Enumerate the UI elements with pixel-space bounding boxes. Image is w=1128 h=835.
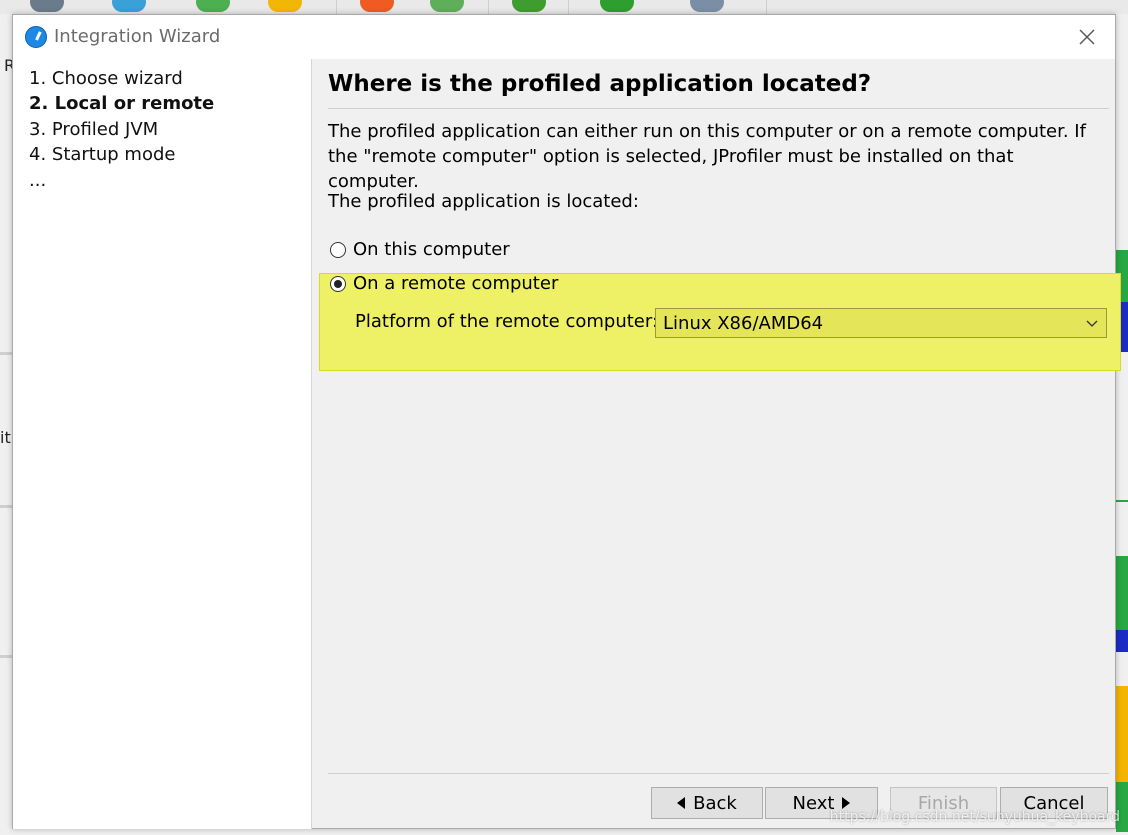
chevron-down-icon[interactable] [1086,317,1098,329]
footer-divider [328,773,1109,774]
location-prompt: The profiled application is located: [328,191,639,212]
step-choose-wizard: 1. Choose wizard [29,68,183,89]
background-bar [1116,500,1128,502]
radio-label: On this computer [353,239,510,260]
description-text: The profiled application can either run … [328,121,1086,192]
background-divider [0,505,12,508]
page-title: Where is the profiled application locate… [328,71,872,97]
help-icon[interactable] [512,0,546,12]
upload-icon[interactable] [360,0,394,12]
back-button[interactable]: Back [651,787,763,819]
background-text: it [0,428,11,447]
toolbar-icon-1[interactable] [30,0,64,12]
refresh-icon[interactable] [196,0,230,12]
add-icon[interactable] [600,0,634,12]
watermark: https://blog.csdn.net/sunyuhua_keyboard [829,809,1120,825]
background-bar [1116,630,1128,652]
radio-button-selected[interactable] [330,275,346,292]
platform-selected-value: Linux X86/AMD64 [663,313,824,334]
back-button-label: Back [693,792,737,814]
background-toolbar [0,0,1128,14]
arrow-left-icon [677,797,686,809]
toolbar-separator [336,0,337,14]
toolbar-icon-4[interactable] [268,0,302,12]
step-startup-mode: 4. Startup mode [29,144,176,165]
close-icon[interactable] [1075,25,1099,49]
platform-label: Platform of the remote computer: [355,311,659,332]
radio-this-computer[interactable]: On this computer [330,239,510,260]
wizard-content: Where is the profiled application locate… [313,59,1121,829]
radio-label: On a remote computer [353,273,559,294]
step-more: ... [29,170,47,191]
wizard-steps-panel: 1. Choose wizard 2. Local or remote 3. P… [13,59,311,829]
step-local-or-remote: 2. Local or remote [29,93,215,114]
radio-remote-computer[interactable]: On a remote computer [330,273,558,294]
panel-divider [311,59,312,829]
platform-select[interactable]: Linux X86/AMD64 [655,308,1107,338]
background-bar [1116,686,1128,782]
toolbar-separator [766,0,767,14]
background-divider [0,655,12,658]
toolbar-separator [488,0,489,14]
step-profiled-jvm: 3. Profiled JVM [29,119,159,140]
radio-button[interactable] [330,241,346,258]
window-title: Integration Wizard [54,26,221,47]
jprofiler-app-icon [25,26,47,48]
title-bar[interactable]: Integration Wizard [13,15,1115,59]
toolbar-icon-2[interactable] [112,0,146,12]
background-bar [1116,556,1128,630]
arrow-right-icon [842,797,851,809]
background-divider [0,352,12,355]
next-button-label: Next [792,792,835,814]
gear-icon[interactable] [690,0,724,12]
integration-wizard-dialog: Integration Wizard 1. Choose wizard 2. L… [12,14,1121,829]
toolbar-icon-6[interactable] [430,0,464,12]
toolbar-separator [568,0,569,14]
heading-divider [328,108,1109,109]
